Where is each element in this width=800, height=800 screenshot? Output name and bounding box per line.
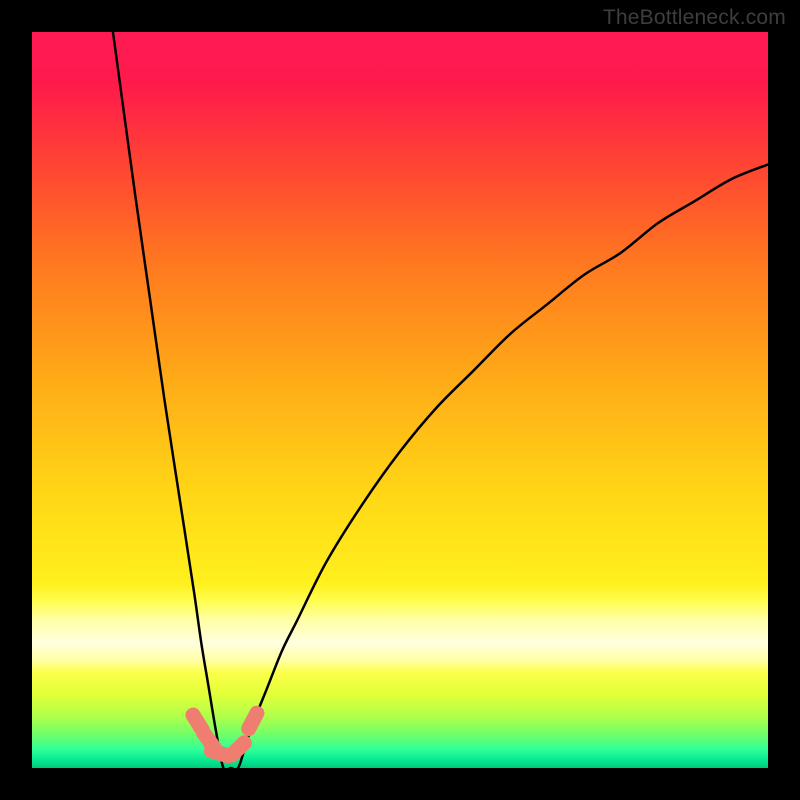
bottleneck-curve <box>32 32 768 768</box>
marker-point <box>239 703 267 738</box>
plot-area <box>32 32 768 768</box>
chart-frame: TheBottleneck.com <box>0 0 800 800</box>
watermark-text: TheBottleneck.com <box>603 6 786 30</box>
